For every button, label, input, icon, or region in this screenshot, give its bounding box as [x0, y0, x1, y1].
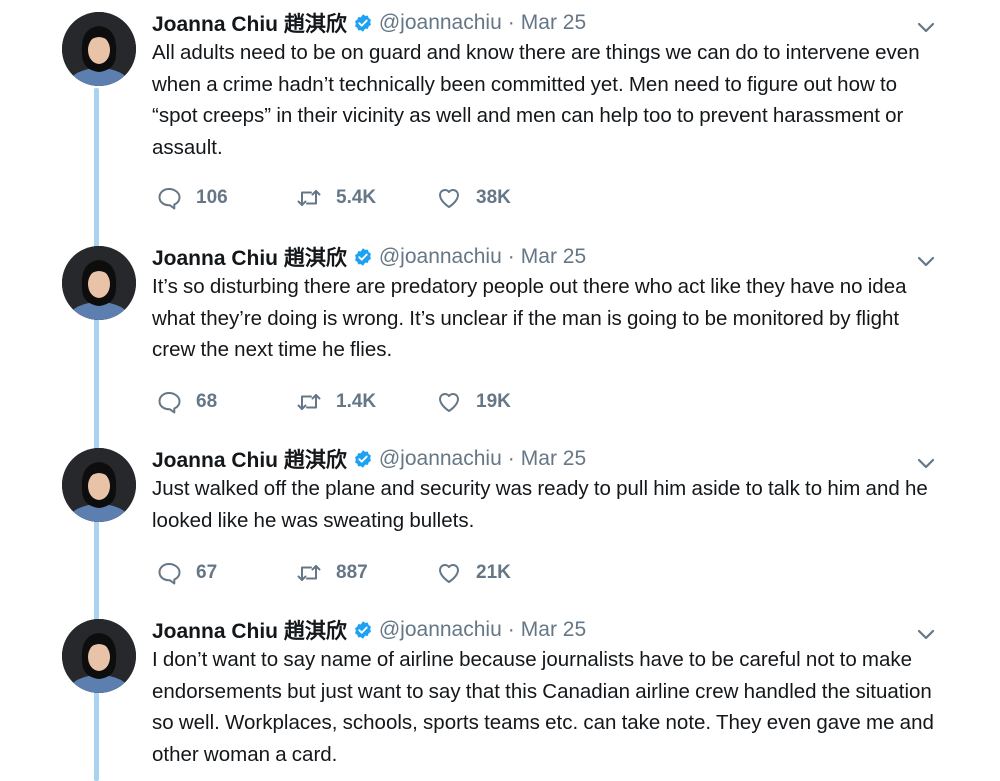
like-button[interactable]: 38K	[436, 185, 536, 211]
avatar[interactable]	[62, 246, 136, 320]
tweet-date[interactable]: Mar 25	[521, 11, 586, 35]
chevron-down-icon[interactable]	[915, 452, 937, 474]
author-name[interactable]: Joanna Chiu 趙淇欣	[152, 242, 347, 272]
reply-count: 68	[196, 391, 218, 412]
reply-icon	[156, 560, 182, 586]
separator-dot: ·	[507, 11, 515, 34]
tweet[interactable]: Joanna Chiu 趙淇欣 @joannachiu · Mar 25 I d…	[0, 615, 1000, 781]
tweet-text: Just walked off the plane and security w…	[152, 477, 928, 532]
author-handle[interactable]: @joannachiu	[379, 618, 502, 642]
tweet-header: Joanna Chiu 趙淇欣 @joannachiu · Mar 25	[152, 8, 586, 38]
verified-badge-icon	[353, 247, 373, 267]
verified-badge-icon	[353, 13, 373, 33]
chevron-down-icon[interactable]	[915, 16, 937, 38]
like-count: 19K	[476, 391, 511, 412]
retweet-button[interactable]: 887	[296, 560, 396, 586]
heart-icon	[436, 185, 462, 211]
tweet-text: It’s so disturbing there are predatory p…	[152, 275, 907, 361]
tweet-date[interactable]: Mar 25	[521, 245, 586, 269]
verified-badge-icon	[353, 620, 373, 640]
retweet-count: 887	[336, 562, 368, 583]
verified-badge-icon	[353, 449, 373, 469]
retweet-button[interactable]: 1.4K	[296, 389, 396, 415]
reply-button[interactable]: 106	[156, 185, 256, 211]
author-handle[interactable]: @joannachiu	[379, 447, 502, 471]
retweet-icon	[296, 185, 322, 211]
author-name[interactable]: Joanna Chiu 趙淇欣	[152, 444, 347, 474]
tweet-header: Joanna Chiu 趙淇欣 @joannachiu · Mar 25	[152, 615, 586, 645]
avatar[interactable]	[62, 619, 136, 693]
reply-icon	[156, 185, 182, 211]
tweet-actions: 106 5.4K 38K	[156, 184, 576, 212]
author-name[interactable]: Joanna Chiu 趙淇欣	[152, 615, 347, 645]
tweet-date[interactable]: Mar 25	[521, 618, 586, 642]
like-button[interactable]: 19K	[436, 389, 536, 415]
heart-icon	[436, 560, 462, 586]
reply-button[interactable]: 67	[156, 560, 256, 586]
like-count: 21K	[476, 562, 511, 583]
author-name[interactable]: Joanna Chiu 趙淇欣	[152, 8, 347, 38]
retweet-count: 5.4K	[336, 187, 377, 208]
reply-count: 106	[196, 187, 228, 208]
reply-icon	[156, 389, 182, 415]
heart-icon	[436, 389, 462, 415]
tweet-text: I don’t want to say name of airline beca…	[152, 648, 934, 766]
reply-button[interactable]: 68	[156, 389, 256, 415]
tweet-actions: 67 887 21K	[156, 559, 576, 587]
retweet-icon	[296, 389, 322, 415]
tweet-actions: 68 1.4K 19K	[156, 388, 576, 416]
retweet-icon	[296, 560, 322, 586]
tweet[interactable]: Joanna Chiu 趙淇欣 @joannachiu · Mar 25 All…	[0, 8, 1000, 223]
tweet[interactable]: Joanna Chiu 趙淇欣 @joannachiu · Mar 25 Jus…	[0, 444, 1000, 594]
tweet[interactable]: Joanna Chiu 趙淇欣 @joannachiu · Mar 25 It’…	[0, 242, 1000, 422]
avatar[interactable]	[62, 12, 136, 86]
separator-dot: ·	[507, 447, 515, 470]
separator-dot: ·	[507, 245, 515, 268]
avatar[interactable]	[62, 448, 136, 522]
like-count: 38K	[476, 187, 511, 208]
author-handle[interactable]: @joannachiu	[379, 245, 502, 269]
tweet-text: All adults need to be on guard and know …	[152, 41, 920, 159]
chevron-down-icon[interactable]	[915, 623, 937, 645]
retweet-count: 1.4K	[336, 391, 377, 412]
retweet-button[interactable]: 5.4K	[296, 185, 396, 211]
like-button[interactable]: 21K	[436, 560, 536, 586]
author-handle[interactable]: @joannachiu	[379, 11, 502, 35]
chevron-down-icon[interactable]	[915, 250, 937, 272]
tweet-header: Joanna Chiu 趙淇欣 @joannachiu · Mar 25	[152, 444, 586, 474]
tweet-date[interactable]: Mar 25	[521, 447, 586, 471]
reply-count: 67	[196, 562, 218, 583]
separator-dot: ·	[507, 618, 515, 641]
tweet-header: Joanna Chiu 趙淇欣 @joannachiu · Mar 25	[152, 242, 586, 272]
